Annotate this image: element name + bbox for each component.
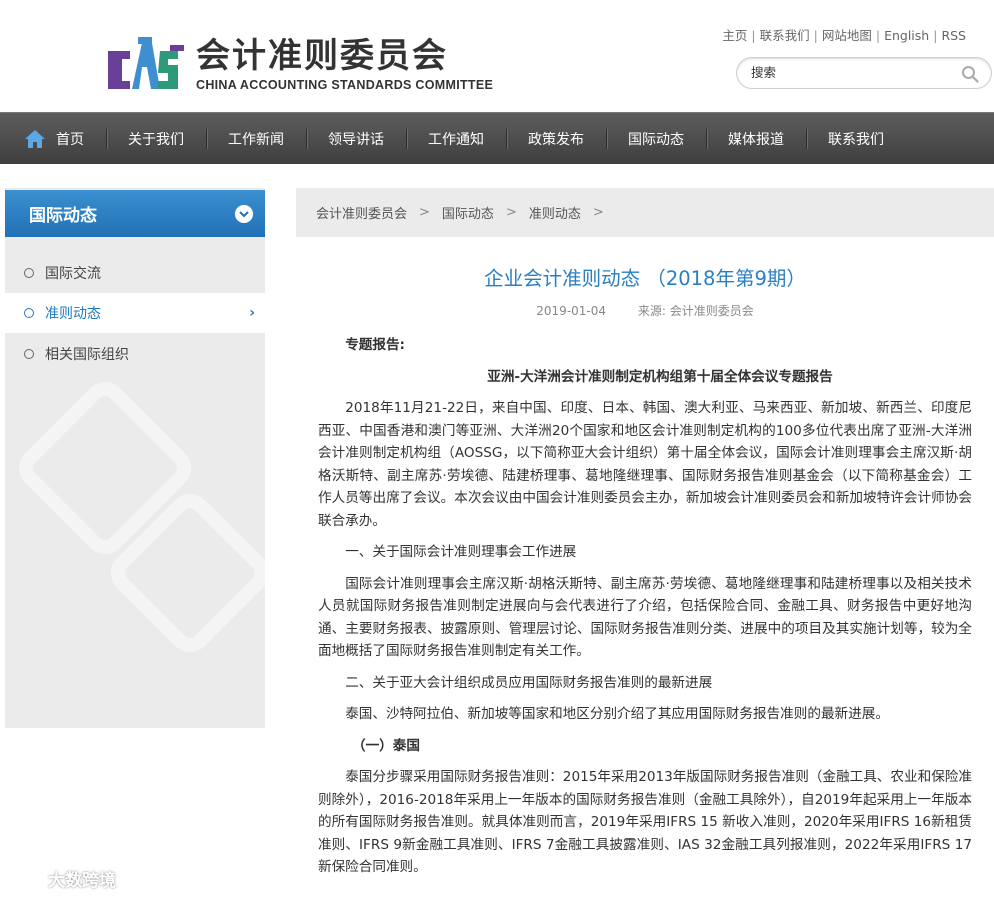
- toplink-rss[interactable]: RSS: [941, 28, 966, 43]
- sidebar-item-intl-exchange[interactable]: 国际交流: [5, 253, 265, 293]
- paragraph: 国际会计准则理事会主席汉斯·胡格沃斯特、副主席苏·劳埃德、葛地隆继理事和陆建桥理…: [318, 575, 972, 660]
- sidebar-title-text: 国际动态: [29, 206, 97, 226]
- nav-item-about[interactable]: 关于我们: [106, 113, 206, 165]
- watermark-text: 大数跨境: [48, 871, 116, 891]
- article-date: 2019-01-04: [536, 304, 607, 318]
- search-icon[interactable]: [961, 65, 979, 83]
- nav-item-news[interactable]: 工作新闻: [206, 113, 306, 165]
- search-box: [736, 57, 992, 89]
- toplink-contact[interactable]: 联系我们: [760, 28, 810, 43]
- nav-item-media[interactable]: 媒体报道: [706, 113, 806, 165]
- article-source: 来源: 会计准则委员会: [637, 304, 754, 318]
- watermark-logo-icon: [8, 870, 40, 886]
- nav-item-speeches[interactable]: 领导讲话: [306, 113, 406, 165]
- sidebar-item-label: 国际交流: [45, 266, 101, 282]
- paragraph: 泰国分步骤采用国际财务报告准则：2015年采用2013年版国际财务报告准则（金融…: [318, 769, 972, 875]
- site-name-cn: 会计准则委员会: [196, 36, 448, 76]
- paragraph: 泰国、沙特阿拉伯、新加坡等国家和地区分别介绍了其应用国际财务报告准则的最新进展。: [345, 706, 889, 722]
- circle-bullet-icon: [24, 308, 34, 318]
- toplink-english[interactable]: English: [884, 28, 929, 43]
- site-name-en: CHINA ACCOUNTING STANDARDS COMMITTEE: [196, 78, 494, 92]
- casc-logo-icon: [108, 37, 184, 89]
- site-logo[interactable]: 会计准则委员会 CHINA ACCOUNTING STANDARDS COMMI…: [108, 36, 493, 92]
- breadcrumb-item[interactable]: 准则动态: [529, 203, 581, 222]
- nav-item-notices[interactable]: 工作通知: [406, 113, 506, 165]
- nav-item-policies[interactable]: 政策发布: [506, 113, 606, 165]
- sidebar-decoration: [18, 381, 265, 652]
- nav-item-home[interactable]: 首页: [24, 113, 106, 165]
- circle-bullet-icon: [24, 268, 34, 278]
- search-input[interactable]: [751, 65, 951, 80]
- main-nav: 首页 关于我们 工作新闻 领导讲话 工作通知 政策发布 国际动态 媒体报道 联系…: [0, 112, 994, 164]
- article-body: 专题报告: 亚洲-大洋洲会计准则制定机构组第十届全体会议专题报告 2018年11…: [318, 334, 972, 888]
- site-header: 会计准则委员会 CHINA ACCOUNTING STANDARDS COMMI…: [0, 0, 994, 112]
- nav-label: 首页: [56, 132, 84, 148]
- breadcrumb-item[interactable]: 会计准则委员会: [316, 203, 407, 222]
- article-meta: 2019-01-04 来源: 会计准则委员会: [296, 302, 994, 319]
- toplink-home[interactable]: 主页: [722, 28, 747, 43]
- sidebar-title: 国际动态: [5, 190, 265, 237]
- top-links: 主页 | 联系我们 | 网站地图 | English | RSS: [722, 28, 966, 43]
- chevron-down-icon[interactable]: [235, 205, 253, 223]
- sidebar-item-standards-news[interactable]: 准则动态 ›: [5, 293, 265, 333]
- article-title: 企业会计准则动态 （2018年第9期）: [484, 267, 806, 290]
- subsection-heading: （一）泰国: [352, 737, 420, 754]
- section-heading: 二、关于亚大会计组织成员应用国际财务报告准则的最新进展: [345, 674, 713, 691]
- sidebar: 国际动态 国际交流 准则动态 › 相关国际组织: [5, 188, 265, 728]
- chevron-right-icon: ›: [249, 305, 255, 321]
- nav-item-contact[interactable]: 联系我们: [806, 113, 906, 165]
- section-heading: 一、关于国际会计准则理事会工作进展: [345, 544, 577, 560]
- sidebar-item-label: 准则动态: [45, 306, 101, 322]
- toplink-sitemap[interactable]: 网站地图: [822, 28, 872, 43]
- nav-item-international[interactable]: 国际动态: [606, 113, 706, 165]
- section-label: 专题报告:: [345, 337, 405, 353]
- home-icon: [25, 130, 45, 148]
- breadcrumb: 会计准则委员会 > 国际动态 > 准则动态 >: [296, 188, 994, 237]
- breadcrumb-item[interactable]: 国际动态: [442, 203, 494, 222]
- paragraph: 2018年11月21-22日，来自中国、印度、日本、韩国、澳大利亚、马来西亚、新…: [318, 400, 972, 529]
- watermark: 大数跨境: [6, 866, 116, 891]
- report-title: 亚洲-大洋洲会计准则制定机构组第十届全体会议专题报告: [487, 368, 833, 385]
